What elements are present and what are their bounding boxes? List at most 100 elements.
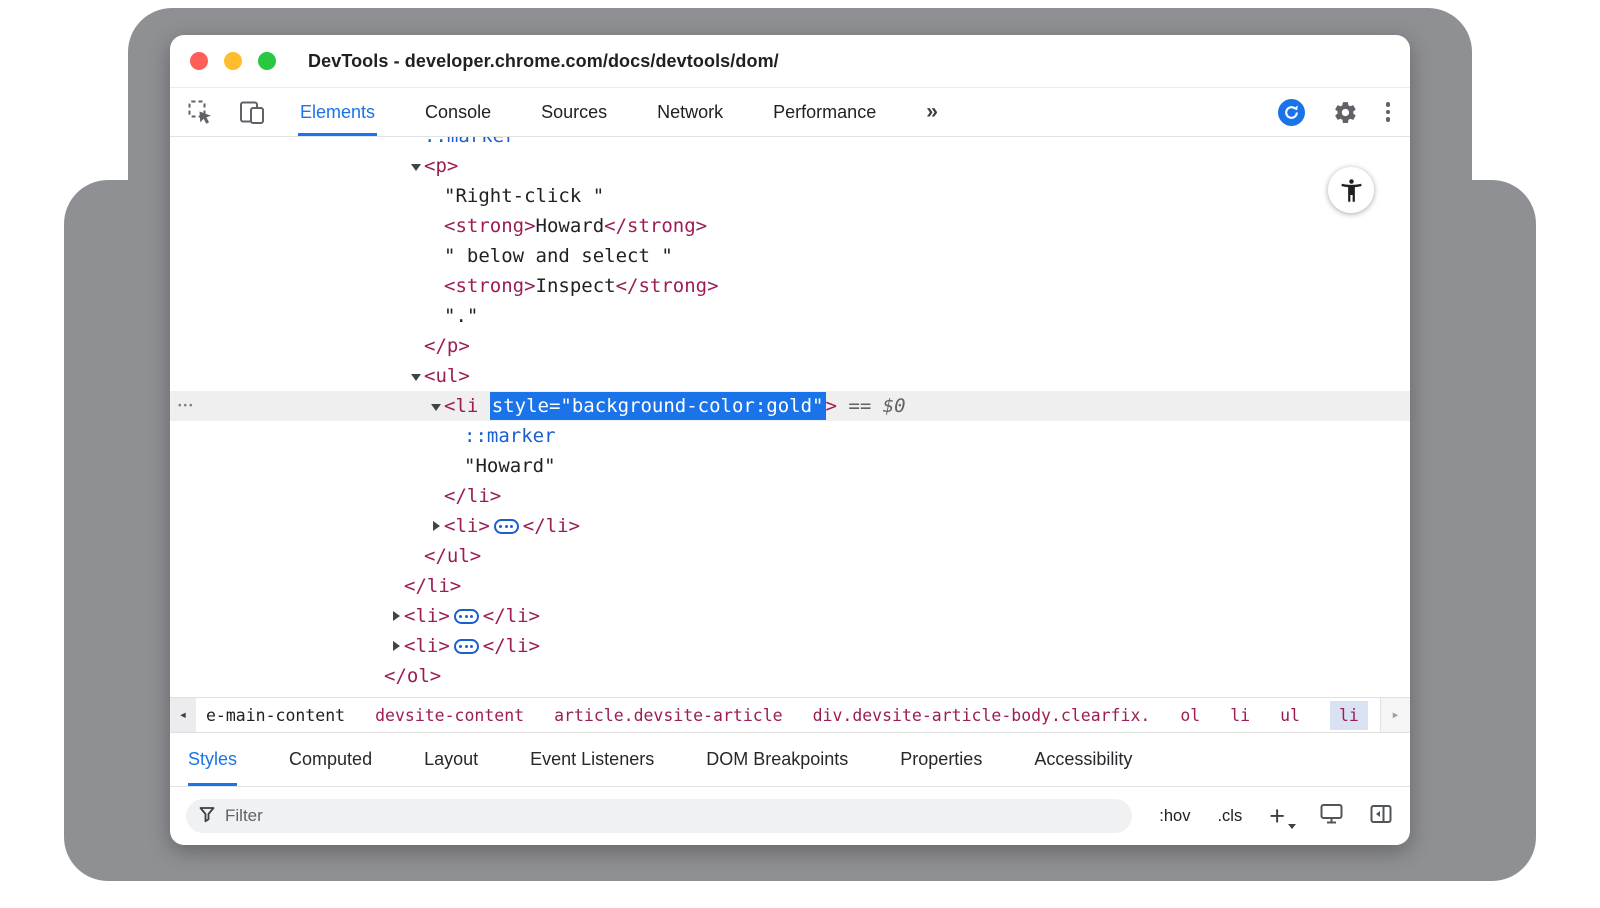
code-token: <li [444,395,490,417]
breadcrumb-item[interactable]: ul [1280,706,1300,725]
tab-accessibility[interactable]: Accessibility [1034,733,1132,786]
styles-tabbar: Styles Computed Layout Event Listeners DOM B… [170,733,1410,787]
disclosure-triangle-icon[interactable] [428,402,444,411]
code-token: <strong> [444,215,536,237]
code-token: "Right-click " [444,185,604,207]
pseudo-state-button[interactable]: :hov [1159,807,1190,826]
code-token: </li> [444,485,501,507]
breadcrumb-scroll-right-button[interactable]: ▸ [1380,698,1410,732]
breadcrumb-bar: ◂ e-main-content devsite-content article.d… [170,697,1410,733]
disclosure-triangle-icon[interactable] [388,611,404,621]
tab-performance[interactable]: Performance [771,88,878,136]
settings-gear-icon[interactable] [1333,100,1358,125]
tree-row[interactable]: ::marker [170,137,1410,151]
styles-filter-input[interactable] [225,806,1120,826]
code-token: > [826,395,837,417]
code-token: style="background-color:gold" [490,392,826,420]
tree-row[interactable]: <li> </li> [170,511,1410,541]
tree-row[interactable]: <strong>Inspect</strong> [170,271,1410,301]
more-panels-icon[interactable]: » [926,100,938,124]
monitor-icon[interactable] [1320,803,1343,830]
code-token: <p> [424,155,458,177]
zoom-window-button[interactable] [258,52,276,70]
sidebar-toggle-icon[interactable] [1370,804,1392,829]
tree-row[interactable]: "." [170,301,1410,331]
breadcrumb-item[interactable]: ol [1180,706,1200,725]
breadcrumb-scroll-left-button[interactable]: ◂ [170,698,196,732]
code-token: </p> [424,335,470,357]
filter-funnel-icon [198,805,216,828]
code-token: </ol> [384,665,441,687]
breadcrumb-item[interactable]: article.devsite-article [554,706,782,725]
tree-row[interactable]: <li></li> [170,631,1410,661]
minimize-window-button[interactable] [224,52,242,70]
tab-sources[interactable]: Sources [539,88,609,136]
breadcrumb-item[interactable]: e-main-content [206,706,345,725]
tab-elements[interactable]: Elements [298,88,377,136]
plus-icon: + [1269,801,1285,831]
device-toolbar-icon[interactable] [238,98,266,126]
tree-row[interactable]: "Howard" [170,451,1410,481]
breadcrumb-item[interactable]: devsite-content [375,706,524,725]
close-window-button[interactable] [190,52,208,70]
toolbar-right-icons [1278,88,1391,136]
window-title: DevTools - developer.chrome.com/docs/dev… [308,51,779,72]
tab-dom-breakpoints[interactable]: DOM Breakpoints [706,733,848,786]
tree-row[interactable]: </li> [170,571,1410,601]
tab-styles[interactable]: Styles [188,733,237,786]
code-token: </li> [523,515,580,537]
expand-ellipsis-button[interactable] [454,639,479,654]
tree-row[interactable]: " below and select " [170,241,1410,271]
code-token: <strong> [444,275,536,297]
breadcrumb-item[interactable]: li [1230,706,1250,725]
tab-network[interactable]: Network [655,88,725,136]
tab-console[interactable]: Console [423,88,493,136]
code-token: </li> [483,635,540,657]
devtools-window: DevTools - developer.chrome.com/docs/dev… [170,35,1410,845]
expand-ellipsis-button[interactable] [454,609,479,624]
tab-event-listeners[interactable]: Event Listeners [530,733,654,786]
tree-row[interactable]: </ul> [170,541,1410,571]
expand-ellipsis-button[interactable] [494,519,519,534]
tree-row[interactable]: <li></li> [170,601,1410,631]
titlebar: DevTools - developer.chrome.com/docs/dev… [170,35,1410,88]
breadcrumb-item[interactable]: div.devsite-article-body.clearfix. [813,706,1151,725]
code-token: $0 [883,395,906,417]
code-token: <li> [444,515,490,537]
overflow-dots-icon[interactable]: ••• [178,401,195,412]
class-toggle-button[interactable]: .cls [1217,807,1242,826]
code-token: " below and select " [444,245,673,267]
code-token: Inspect [536,275,616,297]
tab-computed[interactable]: Computed [289,733,372,786]
tree-row[interactable]: </ol> [170,661,1410,691]
code-token: <ul> [424,365,470,387]
disclosure-triangle-icon[interactable] [408,372,424,381]
new-style-rule-button[interactable]: + [1269,803,1293,830]
breadcrumb-list: e-main-content devsite-content article.dev… [196,698,1380,732]
disclosure-triangle-icon[interactable] [388,641,404,651]
disclosure-triangle-icon[interactable] [428,521,444,531]
breadcrumb-item[interactable]: li [1330,701,1368,730]
code-token: <li> [404,605,450,627]
code-token: </ul> [424,545,481,567]
tree-row[interactable]: </li> [170,481,1410,511]
tree-row[interactable]: <strong>Howard</strong> [170,211,1410,241]
tree-row[interactable]: </p> [170,331,1410,361]
dom-tree: ::marker<p>"Right-click "<strong>Howard<… [170,137,1410,697]
tree-row[interactable]: ::marker [170,421,1410,451]
code-token: ::marker [424,137,516,147]
disclosure-triangle-icon[interactable] [408,162,424,171]
filter-pill [186,799,1132,833]
tree-row[interactable]: <p> [170,151,1410,181]
tab-layout[interactable]: Layout [424,733,478,786]
tree-row[interactable]: •••<li style="background-color:gold"> ==… [170,391,1410,421]
code-token: ::marker [464,425,556,447]
tab-properties[interactable]: Properties [900,733,982,786]
sync-circle-icon[interactable] [1278,99,1305,126]
inspect-cursor-icon[interactable] [186,98,214,126]
tree-row[interactable]: "Right-click " [170,181,1410,211]
styles-toolbar-buttons: :hov .cls + [1159,803,1392,830]
devtools-toolbar: Elements Console Sources Network Performance… [170,88,1410,137]
menu-kebab-icon[interactable] [1386,102,1391,122]
tree-row[interactable]: <ul> [170,361,1410,391]
